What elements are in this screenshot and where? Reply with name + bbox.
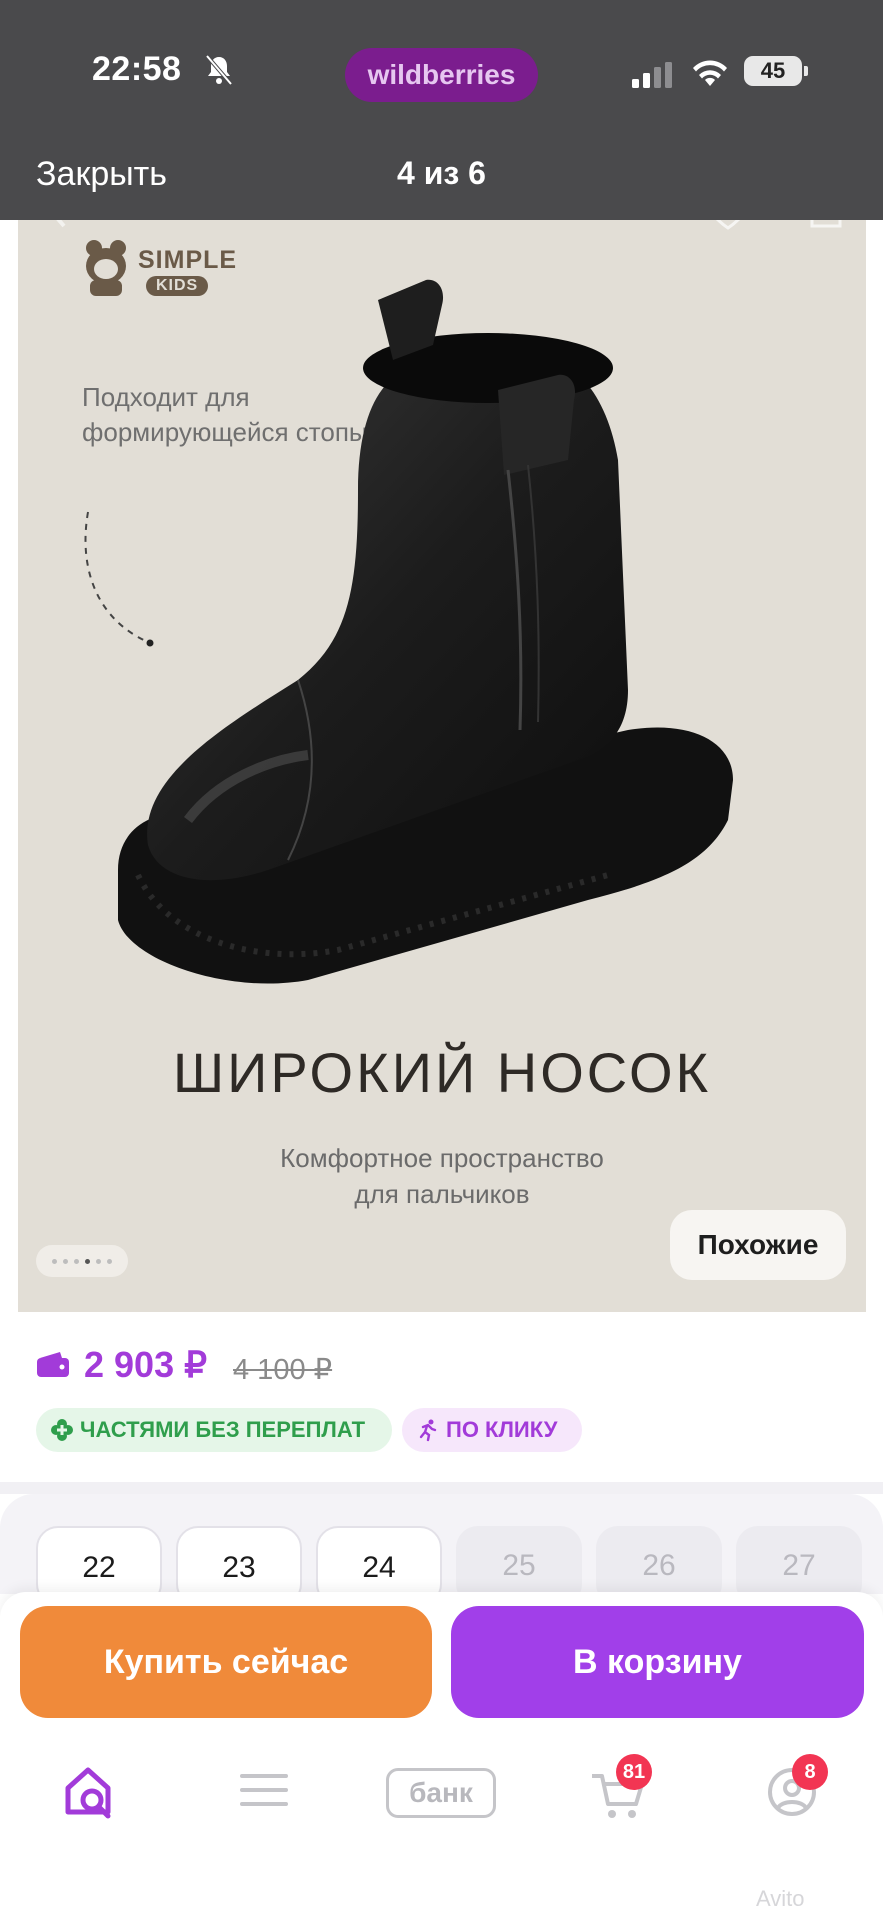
tab-home[interactable] xyxy=(60,1762,140,1842)
price-old: 4 100 ₽ xyxy=(233,1354,333,1386)
price-current: 2 903 ₽ xyxy=(84,1344,207,1385)
subline-line-2: для пальчиков xyxy=(354,1179,530,1209)
add-to-cart-button[interactable]: В корзину xyxy=(451,1606,864,1718)
heart-icon xyxy=(716,220,740,230)
share-icon xyxy=(810,220,842,228)
wallet-icon xyxy=(37,1352,69,1377)
profile-notification-badge: 8 xyxy=(792,1754,828,1790)
buy-now-button[interactable]: Купить сейчас xyxy=(20,1606,432,1718)
one-click-label: ПО КЛИКУ xyxy=(446,1417,558,1442)
product-photo[interactable]: SIMPLE KIDS Подходит для формирующейся с… xyxy=(18,220,866,1312)
back-arrow-icon xyxy=(56,220,66,228)
gallery-dot xyxy=(74,1258,79,1264)
battery-icon: 45 xyxy=(744,56,808,86)
price-card: 2 903 ₽ 4 100 ₽ ЧАСТЯМИ БЕЗ ПЕРЕПЛАТ ПО … xyxy=(0,1312,883,1482)
brand-pill: wildberries xyxy=(345,48,538,102)
subline-line-1: Комфортное пространство xyxy=(280,1143,604,1173)
product-gallery-screen: 22:58 wildberries 45 Закрыть 4 из 6 SIMP… xyxy=(0,0,883,1920)
bell-slash-icon xyxy=(205,54,233,86)
section-divider xyxy=(0,1482,883,1494)
plus-flower-icon xyxy=(51,1419,73,1441)
running-person-icon xyxy=(419,1419,437,1442)
gallery-dot-active xyxy=(85,1258,90,1264)
gallery-dot xyxy=(107,1258,112,1264)
tab-catalog[interactable] xyxy=(238,1762,318,1842)
gallery-dot xyxy=(96,1258,101,1264)
tab-bank[interactable]: банк xyxy=(386,1768,496,1818)
installments-badge[interactable]: ЧАСТЯМИ БЕЗ ПЕРЕПЛАТ xyxy=(36,1408,392,1452)
home-search-icon xyxy=(65,1767,111,1819)
tab-bar: банк 81 8 Avito xyxy=(0,1732,883,1920)
signal-icon xyxy=(632,62,672,88)
subline: Комфортное пространство для пальчиков xyxy=(18,1140,866,1212)
wifi-icon xyxy=(693,60,727,86)
viewer-header: Закрыть 4 из 6 xyxy=(0,135,883,220)
size-selector: 22 23 24 25 26 27 xyxy=(0,1494,883,1606)
similar-button[interactable]: Похожие xyxy=(670,1210,846,1280)
action-bar: Купить сейчас В корзину xyxy=(0,1592,883,1732)
status-time: 22:58 xyxy=(92,50,182,88)
boot-image xyxy=(118,279,733,984)
status-bar: 22:58 wildberries 45 xyxy=(0,0,883,135)
cart-count-badge: 81 xyxy=(616,1754,652,1790)
gallery-dot xyxy=(52,1258,57,1264)
page-counter: 4 из 6 xyxy=(397,155,486,191)
avito-watermark: Avito xyxy=(756,1886,805,1911)
installments-label: ЧАСТЯМИ БЕЗ ПЕРЕПЛАТ xyxy=(80,1417,366,1442)
one-click-badge[interactable]: ПО КЛИКУ xyxy=(402,1408,582,1452)
gallery-dots xyxy=(36,1245,128,1277)
headline: ШИРОКИЙ НОСОК xyxy=(172,1041,712,1104)
menu-icon xyxy=(240,1774,288,1806)
gallery-dot xyxy=(63,1258,68,1264)
